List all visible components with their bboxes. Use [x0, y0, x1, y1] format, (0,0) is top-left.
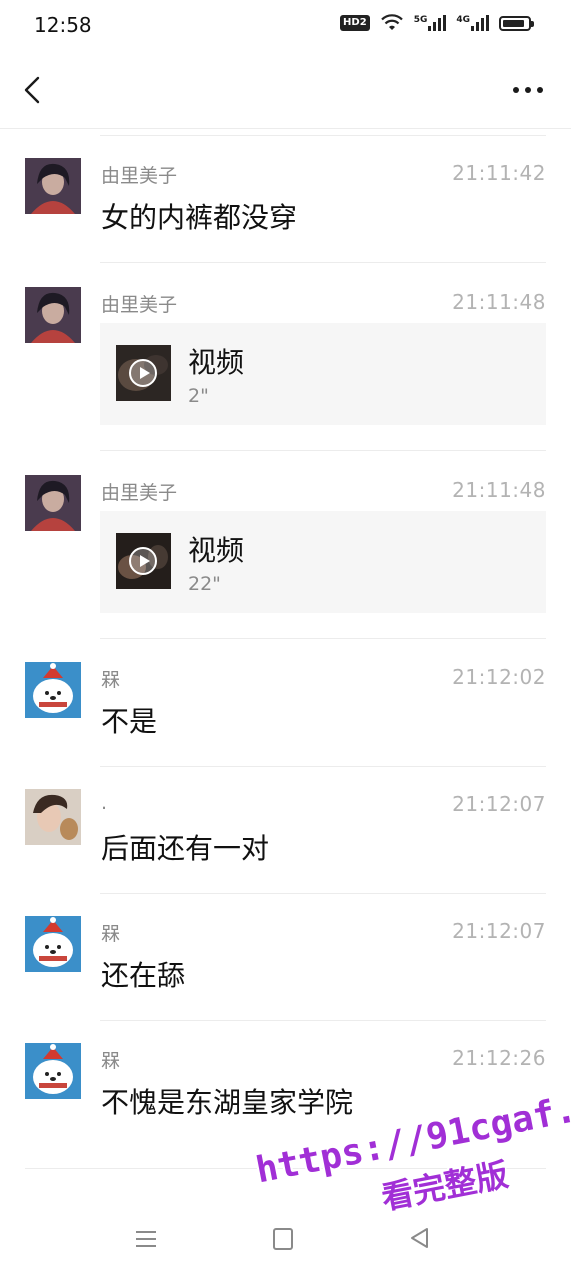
divider	[100, 1020, 546, 1021]
divider	[100, 450, 546, 451]
message-timestamp: 21:11:42	[452, 161, 546, 185]
divider	[100, 893, 546, 894]
status-time: 12:58	[34, 13, 92, 37]
network-type-label: 5G	[413, 15, 428, 25]
anime-girl-avatar[interactable]	[25, 158, 81, 214]
white-dog-avatar[interactable]	[25, 662, 81, 718]
more-dot-icon	[537, 87, 543, 93]
divider	[100, 766, 546, 767]
watermark: https://91cgaf.com 看完整版	[245, 1051, 571, 1230]
status-icons: HD2 5G 4G	[340, 14, 534, 32]
video-label: 视频	[188, 534, 245, 567]
back-button[interactable]	[18, 70, 48, 110]
home-button[interactable]	[273, 1228, 293, 1250]
divider	[100, 638, 546, 639]
top-nav-bar	[0, 50, 571, 129]
battery-icon	[499, 15, 534, 31]
sender-name: 由里美子	[101, 294, 178, 316]
sender-name: .	[101, 792, 108, 814]
video-message-card[interactable]: 视频 2"	[100, 323, 546, 425]
message-timestamp: 21:11:48	[452, 290, 546, 314]
more-dot-icon	[525, 87, 531, 93]
hd-voice-badge: HD2	[340, 15, 370, 31]
message-timestamp: 21:12:07	[452, 792, 546, 816]
system-nav-bar	[0, 1210, 571, 1270]
more-options-button[interactable]	[513, 78, 543, 102]
message-timestamp: 21:11:48	[452, 478, 546, 502]
white-dog-avatar[interactable]	[25, 1043, 81, 1099]
sender-name: 由里美子	[101, 482, 178, 504]
sender-name: 由里美子	[101, 165, 178, 187]
message-text: 后面还有一对	[101, 832, 270, 865]
video-thumbnail	[116, 345, 171, 401]
sender-name: 槑	[101, 923, 121, 945]
battery-level	[503, 19, 525, 27]
video-thumbnail	[116, 533, 171, 589]
video-message-card[interactable]: 视频 22"	[100, 511, 546, 613]
triangle-left-icon	[411, 1228, 428, 1248]
play-icon	[129, 547, 157, 575]
cell-signal-5g: 5G	[414, 15, 447, 31]
photo-avatar[interactable]	[25, 789, 81, 845]
anime-girl-avatar[interactable]	[25, 287, 81, 343]
message-text: 不是	[101, 705, 158, 738]
status-bar: 12:58 HD2 5G 4G	[0, 0, 571, 50]
video-duration: 2"	[188, 385, 209, 407]
message-text: 女的内裤都没穿	[101, 201, 298, 234]
divider	[100, 135, 546, 136]
network-type-label: 4G	[456, 15, 470, 25]
message-text: 还在舔	[101, 959, 186, 992]
cell-signal-4g: 4G	[456, 15, 489, 31]
anime-girl-avatar[interactable]	[25, 475, 81, 531]
sender-name: 槑	[101, 1050, 121, 1072]
signal-bars-icon	[428, 15, 447, 31]
signal-bars-icon	[471, 15, 489, 31]
video-duration: 22"	[188, 573, 221, 595]
sender-name: 槑	[101, 669, 121, 691]
video-label: 视频	[188, 346, 245, 379]
system-back-button[interactable]	[408, 1226, 430, 1250]
white-dog-avatar[interactable]	[25, 916, 81, 972]
message-timestamp: 21:12:07	[452, 919, 546, 943]
play-icon	[129, 359, 157, 387]
message-timestamp: 21:12:02	[452, 665, 546, 689]
divider	[100, 262, 546, 263]
recent-apps-button[interactable]	[136, 1230, 156, 1248]
chevron-left-icon	[24, 76, 40, 104]
more-dot-icon	[513, 87, 519, 93]
wifi-icon	[380, 14, 403, 30]
